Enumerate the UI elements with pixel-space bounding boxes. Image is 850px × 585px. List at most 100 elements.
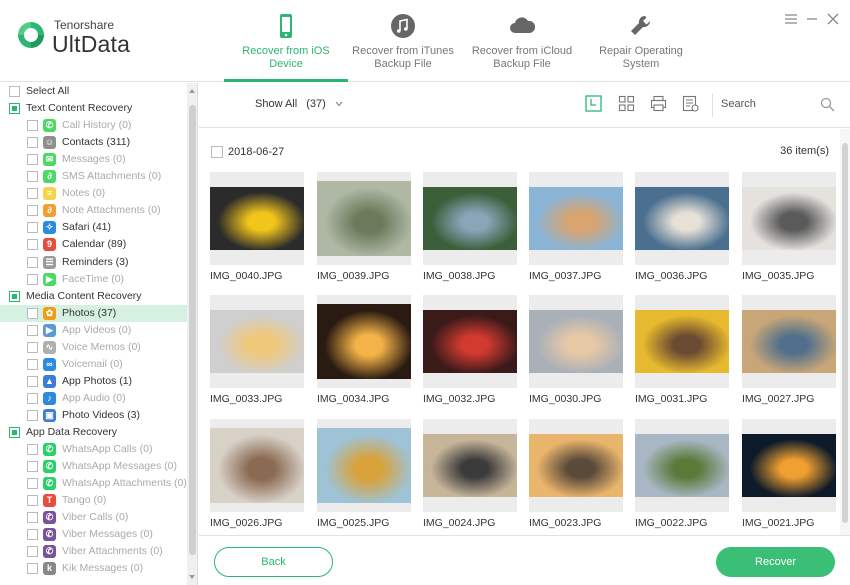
item-checkbox[interactable] — [27, 308, 38, 319]
photo-thumbnail[interactable] — [742, 419, 836, 512]
item-checkbox[interactable] — [27, 205, 38, 216]
sidebar-scrollbar[interactable] — [187, 83, 197, 585]
item-checkbox[interactable] — [27, 154, 38, 165]
item-checkbox[interactable] — [27, 529, 38, 540]
photo-thumbnail[interactable] — [635, 172, 729, 265]
item-checkbox[interactable] — [27, 410, 38, 421]
photo-image — [635, 310, 729, 373]
tab-recover-icloud-backup[interactable]: Recover from iCloud Backup File — [460, 0, 584, 82]
category-text-content[interactable]: Text Content Recovery — [0, 100, 187, 117]
sidebar-item[interactable]: ✧ Safari (41) — [0, 219, 187, 236]
item-checkbox[interactable] — [27, 274, 38, 285]
thumbnail-view-icon[interactable] — [618, 95, 635, 112]
photo-thumbnail[interactable] — [635, 295, 729, 388]
content-scrollbar[interactable] — [840, 129, 850, 535]
select-all-checkbox[interactable] — [9, 86, 20, 97]
item-checkbox[interactable] — [27, 546, 38, 557]
photo-thumbnail[interactable] — [317, 295, 411, 388]
scroll-down-icon[interactable] — [189, 575, 195, 579]
photo-thumbnail[interactable] — [742, 295, 836, 388]
category-media-content[interactable]: Media Content Recovery — [0, 288, 187, 305]
sidebar-item[interactable]: ♪ App Audio (0) — [0, 390, 187, 407]
sidebar-item[interactable]: ∂ SMS Attachments (0) — [0, 168, 187, 185]
item-checkbox[interactable] — [27, 257, 38, 268]
item-checkbox[interactable] — [27, 137, 38, 148]
item-checkbox[interactable] — [27, 478, 38, 489]
item-checkbox[interactable] — [27, 188, 38, 199]
photo-thumbnail[interactable] — [529, 295, 623, 388]
date-group-checkbox[interactable] — [211, 146, 223, 158]
photo-thumbnail[interactable] — [317, 172, 411, 265]
photo-thumbnail[interactable] — [423, 419, 517, 512]
export-icon[interactable] — [682, 95, 699, 112]
sidebar-item[interactable]: ✆ Viber Messages (0) — [0, 526, 187, 543]
photo-thumbnail[interactable] — [635, 419, 729, 512]
print-icon[interactable] — [650, 95, 667, 112]
item-checkbox[interactable] — [27, 393, 38, 404]
item-checkbox[interactable] — [27, 120, 38, 131]
tab-repair-os[interactable]: Repair Operating System — [579, 0, 703, 82]
item-checkbox[interactable] — [27, 359, 38, 370]
tab-recover-ios-device[interactable]: Recover from iOS Device — [224, 0, 348, 82]
photo-thumbnail[interactable] — [742, 172, 836, 265]
sidebar-item[interactable]: ▣ Photo Videos (3) — [0, 407, 187, 424]
photo-filename: IMG_0023.JPG — [529, 517, 602, 529]
scrollbar-thumb[interactable] — [842, 143, 848, 523]
tab-recover-itunes-backup[interactable]: Recover from iTunes Backup File — [341, 0, 465, 82]
menu-icon[interactable] — [784, 12, 798, 26]
sidebar-item[interactable]: ▲ App Photos (1) — [0, 373, 187, 390]
sidebar-item[interactable]: ✆ Viber Calls (0) — [0, 509, 187, 526]
photo-thumbnail[interactable] — [529, 172, 623, 265]
photo-grid-panel: 2018-06-27 36 item(s) IMG_0040.JPG IMG_00… — [199, 129, 850, 535]
photo-thumbnail[interactable] — [210, 419, 304, 512]
sidebar-item[interactable]: ▶ FaceTime (0) — [0, 271, 187, 288]
sidebar-item[interactable]: ∞ Voicemail (0) — [0, 356, 187, 373]
sidebar-item[interactable]: ✆ Viber Attachments (0) — [0, 543, 187, 560]
photo-thumbnail[interactable] — [423, 172, 517, 265]
item-checkbox[interactable] — [27, 495, 38, 506]
select-all-row[interactable]: Select All — [0, 83, 187, 100]
search-icon[interactable] — [820, 97, 835, 112]
item-checkbox[interactable] — [27, 342, 38, 353]
sidebar-item[interactable]: ▶ App Videos (0) — [0, 322, 187, 339]
sidebar-item-label: Kik Messages (0) — [62, 562, 144, 574]
photo-thumbnail[interactable] — [210, 295, 304, 388]
sidebar-item[interactable]: ✆ Call History (0) — [0, 117, 187, 134]
sidebar-item[interactable]: 9 Calendar (89) — [0, 236, 187, 253]
item-checkbox[interactable] — [27, 461, 38, 472]
sidebar-item[interactable]: ✆ WhatsApp Attachments (0) — [0, 475, 187, 492]
photo-thumbnail[interactable] — [529, 419, 623, 512]
sidebar-item[interactable]: ✉ Messages (0) — [0, 151, 187, 168]
minimize-icon[interactable] — [805, 12, 819, 26]
sidebar-item[interactable]: ∿ Voice Memos (0) — [0, 339, 187, 356]
grid-view-icon[interactable] — [585, 95, 602, 112]
category-app-data[interactable]: App Data Recovery — [0, 424, 187, 441]
sidebar-item[interactable]: T Tango (0) — [0, 492, 187, 509]
back-button[interactable]: Back — [214, 547, 333, 577]
show-all-filter[interactable]: Show All (37) — [255, 98, 343, 110]
item-checkbox[interactable] — [27, 171, 38, 182]
sidebar-item[interactable]: k Kik Messages (0) — [0, 560, 187, 577]
sidebar-item[interactable]: ✿ Photos (37) — [0, 305, 187, 322]
photo-thumbnail[interactable] — [317, 419, 411, 512]
sidebar-item[interactable]: ☰ Reminders (3) — [0, 254, 187, 271]
sidebar-item[interactable]: ☺ Contacts (311) — [0, 134, 187, 151]
item-checkbox[interactable] — [27, 512, 38, 523]
item-checkbox[interactable] — [27, 563, 38, 574]
item-checkbox[interactable] — [27, 444, 38, 455]
recover-button[interactable]: Recover — [716, 547, 835, 577]
photo-thumbnail[interactable] — [210, 172, 304, 265]
sidebar-item[interactable]: ✆ WhatsApp Calls (0) — [0, 441, 187, 458]
search-input[interactable] — [721, 95, 815, 113]
close-icon[interactable] — [826, 12, 840, 26]
photo-thumbnail[interactable] — [423, 295, 517, 388]
scrollbar-thumb[interactable] — [189, 105, 196, 555]
scroll-up-icon[interactable] — [189, 89, 195, 93]
item-checkbox[interactable] — [27, 239, 38, 250]
sidebar-item[interactable]: ≡ Notes (0) — [0, 185, 187, 202]
item-checkbox[interactable] — [27, 222, 38, 233]
item-checkbox[interactable] — [27, 376, 38, 387]
item-checkbox[interactable] — [27, 325, 38, 336]
sidebar-item[interactable]: ∂ Note Attachments (0) — [0, 202, 187, 219]
sidebar-item[interactable]: ✆ WhatsApp Messages (0) — [0, 458, 187, 475]
